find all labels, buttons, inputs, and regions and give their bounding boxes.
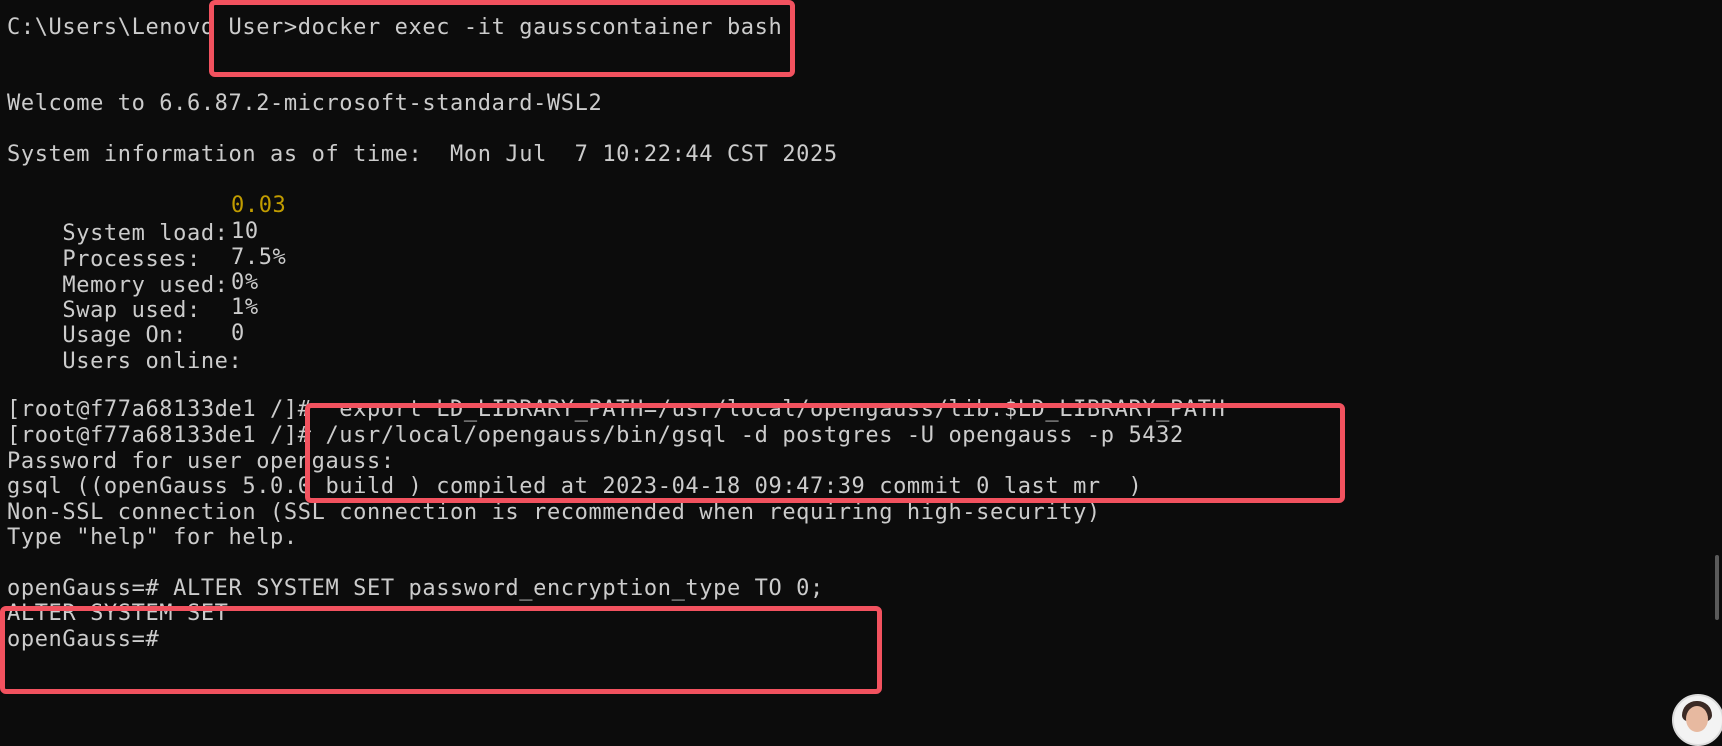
- stat-value: 1%: [231, 295, 259, 320]
- alter-system-command-line: openGauss=# ALTER SYSTEM SET password_en…: [7, 576, 824, 601]
- stat-value: 0.03: [231, 193, 287, 218]
- terminal-window[interactable]: C:\Users\Lenovo User>docker exec -it gau…: [0, 0, 1722, 746]
- avatar-face: [1686, 706, 1708, 732]
- stat-label: Users online:: [62, 349, 243, 374]
- help-hint-line: Type "help" for help.: [7, 525, 298, 550]
- terminal-scrollbar[interactable]: [1715, 555, 1719, 620]
- alter-system-result-line: ALTER SYSTEM SET: [7, 601, 229, 626]
- user-avatar-icon[interactable]: [1672, 694, 1722, 746]
- docker-exec-command-line: C:\Users\Lenovo User>docker exec -it gau…: [7, 15, 783, 40]
- password-prompt-line: Password for user opengauss:: [7, 449, 395, 474]
- welcome-line: Welcome to 6.6.87.2-microsoft-standard-W…: [7, 91, 603, 116]
- stat-value: 10: [231, 219, 259, 244]
- stat-value: 0%: [231, 270, 259, 295]
- final-prompt-line: openGauss=#: [7, 627, 160, 652]
- root-gsql-command-line: [root@f77a68133de1 /]# /usr/local/openga…: [7, 423, 1184, 448]
- system-info-time-line: System information as of time: Mon Jul 7…: [7, 142, 838, 167]
- non-ssl-warning-line: Non-SSL connection (SSL connection is re…: [7, 500, 1101, 525]
- root-export-command-line: [root@f77a68133de1 /]# export LD_LIBRARY…: [7, 397, 1226, 422]
- gsql-version-line: gsql ((openGauss 5.0.0 build ) compiled …: [7, 474, 1143, 499]
- stat-value: 0: [231, 321, 245, 346]
- stat-value: 7.5%: [231, 245, 287, 270]
